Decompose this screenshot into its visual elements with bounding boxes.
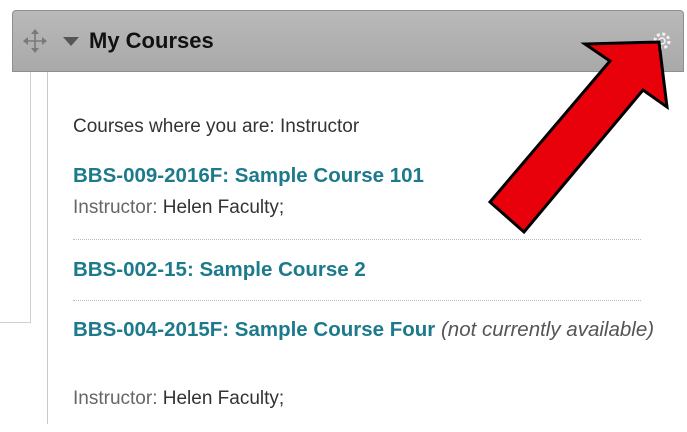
course-item: BBS-009-2016F: Sample Course 101 [73,162,663,190]
course-instructor: Instructor: Helen Faculty; [73,388,284,410]
course-divider [73,239,641,240]
course-item: BBS-004-2015F: Sample Course Four (not c… [73,316,663,344]
gear-icon[interactable] [650,29,674,53]
module-title: My Courses [89,28,214,53]
collapse-triangle-icon[interactable] [63,37,79,46]
module-body: Courses where you are: Instructor BBS-00… [48,72,684,432]
course-link[interactable]: BBS-002-15: Sample Course 2 [73,258,366,281]
move-arrows-icon[interactable] [22,28,48,54]
availability-note: (not currently available) [440,318,655,341]
course-link[interactable]: BBS-009-2016F: Sample Course 101 [73,164,424,187]
course-link[interactable]: BBS-004-2015F: Sample Course Four [73,318,435,341]
my-courses-module: My Courses Courses where you are: Instru… [12,10,684,432]
course-divider [73,300,641,301]
course-item: BBS-002-15: Sample Course 2 [73,256,663,284]
course-instructor: Instructor: Helen Faculty; [73,197,284,219]
instructor-name: Helen Faculty; [157,197,285,218]
instructor-name: Helen Faculty; [157,388,285,409]
instructor-label: Instructor: [73,388,158,409]
instructor-label: Instructor: [73,197,158,218]
role-heading: Courses where you are: Instructor [73,116,360,137]
module-header: My Courses [12,10,684,72]
